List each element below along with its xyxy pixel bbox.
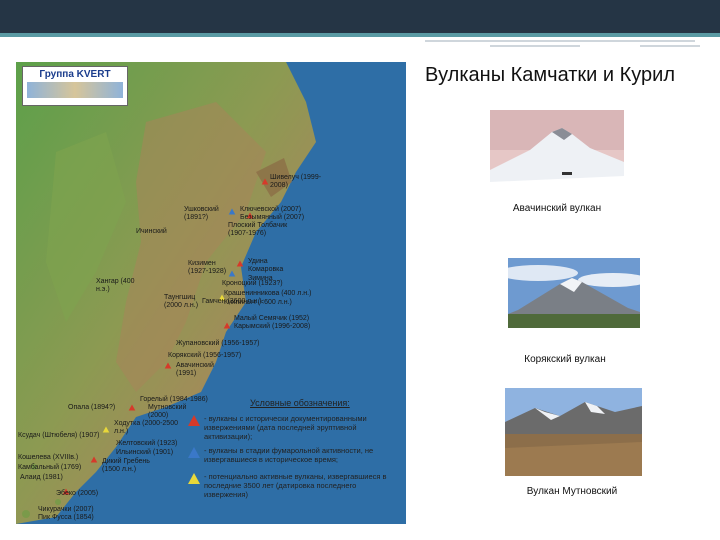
map-label: Кроноцкий (1923?) — [222, 280, 283, 287]
map-label: Опала (1894?) — [68, 404, 116, 411]
volcano-marker-red — [223, 322, 231, 329]
map-label: Карымский (1996-2008) — [234, 323, 311, 330]
legend-item-potential: - потенциально активные вулканы, изверга… — [204, 472, 387, 499]
legend-yellow-triangle-icon — [188, 473, 200, 484]
map-label: Ходутка (2000-2500 л.н.) — [114, 420, 178, 435]
koryaksky-caption: Корякский вулкан — [524, 354, 606, 365]
header-accent-line — [0, 33, 720, 37]
map-label: Хангар (400 н.э.) — [96, 278, 135, 293]
volcano-marker-blue — [228, 208, 236, 215]
map-label: Ушковский (1891?) — [184, 206, 219, 221]
mutnovsky-caption: Вулкан Мутновский — [526, 486, 618, 497]
koryaksky-photo — [508, 258, 640, 328]
volcano-marker-red — [90, 456, 98, 463]
map-label: Корякский (1956-1957) — [168, 352, 242, 359]
map-label: Жупановский (1956-1957) — [176, 340, 260, 347]
map-label: Пик Фусса (1854) — [38, 514, 94, 521]
volcano-marker-red — [128, 404, 136, 411]
avachinsky-caption: Авачинский вулкан — [512, 203, 602, 214]
map-label: Безымянный (2007) — [240, 214, 305, 221]
decorative-line — [425, 40, 695, 42]
map-label: Чикурачки (2007) — [38, 506, 94, 513]
kvert-logo: Группа KVERT — [22, 66, 128, 106]
avachinsky-photo — [490, 110, 624, 198]
map-label: Ключевской (2007) — [240, 206, 302, 213]
map-label: Алаид (1981) — [20, 474, 63, 481]
mutnovsky-photo — [505, 388, 642, 476]
map-label: Мутновский (2000) — [148, 404, 187, 419]
map-label: Крашенинникова (400 л.н.) — [224, 290, 312, 297]
map-label: Комаровка — [248, 266, 284, 273]
volcano-marker-red — [164, 362, 172, 369]
legend-title: Условные обозначения: — [250, 398, 350, 408]
kvert-logo-text: Группа KVERT — [39, 69, 111, 80]
map-label: Удина — [248, 258, 268, 265]
map-label: Ксудач (Штюбеля) (1907) — [18, 432, 100, 439]
map-label: Ильинский (1901) — [116, 449, 174, 456]
map-label: Ичинский — [136, 228, 167, 235]
map-label: Таунгшиц (2000 л.н.) — [164, 294, 199, 309]
legend-item-historic: - вулканы с исторически документированны… — [204, 414, 367, 441]
kvert-logo-image — [27, 82, 123, 98]
map-label: Кошелева (XVIIIв.) — [18, 454, 79, 461]
map-label: Плоский Толбачик (1907-1976) — [228, 222, 288, 237]
legend-blue-triangle-icon — [188, 447, 200, 458]
decorative-line — [490, 45, 580, 47]
map-label: Дикий Гребень (1500 л.н.) — [102, 458, 150, 473]
map-label: Камбальный (1769) — [18, 464, 82, 471]
legend-item-fumarolic: - вулканы в стадии фумарольной активност… — [204, 446, 374, 464]
map-label: Шивелуч (1999-2008) — [270, 174, 322, 189]
volcano-marker-red — [261, 178, 269, 185]
kamchatka-volcano-map: Группа KVERT Шивелуч (1999-2008) Ушковск… — [16, 62, 406, 524]
map-label: Кихпиныч (<600 л.н.) — [224, 299, 292, 306]
map-label: Желтовский (1923) — [116, 440, 178, 447]
volcano-marker-yellow — [102, 426, 110, 433]
header-bar — [0, 0, 720, 33]
map-label: Кизимен (1927-1928) — [188, 260, 227, 275]
legend-red-triangle-icon — [188, 415, 200, 426]
map-label: Авачинский (1991) — [176, 362, 214, 377]
map-label: Малый Семячик (1952) — [234, 315, 310, 322]
map-label: Эбеко (2005) — [56, 490, 99, 497]
decorative-line — [640, 45, 700, 47]
volcano-marker-red — [236, 260, 244, 267]
slide-title: Вулканы Камчатки и Курил — [425, 64, 676, 86]
map-label: Горелый (1984-1986) — [140, 396, 208, 403]
